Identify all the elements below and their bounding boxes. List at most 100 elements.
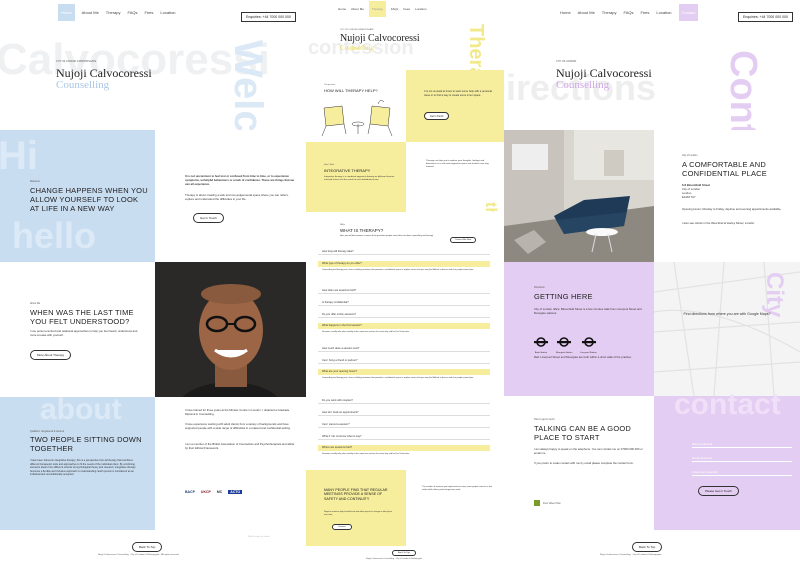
right-nav: Home About Me Therapy FAQs Fees Location… <box>560 4 699 21</box>
integrative-headline: INTEGRATIVE THERAPY <box>324 168 371 173</box>
get-in-touch-button[interactable]: Get in Touch <box>193 213 224 223</box>
left-footer: Back To Top Nujoji Calvocoressi Counsell… <box>0 530 306 564</box>
nav-faqs[interactable]: FAQs <box>127 10 137 21</box>
location-label: CITY OF LONDON & BISHOPSGATE <box>56 60 97 63</box>
mid-nav-faqs[interactable]: FAQs <box>391 7 399 17</box>
contact-body: I am always happy to speak on the teleph… <box>534 447 643 455</box>
place-note: I also see clients in the West End at Ha… <box>682 221 756 225</box>
qualified-headline: TWO PEOPLE SITTING DOWN TOGETHER <box>30 435 142 453</box>
qualified-col2-c: I am a member of the British Association… <box>185 442 295 450</box>
portrait-photo <box>155 262 306 397</box>
about-headline: WHEN WAS THE LAST TIME YOU FELT UNDERSTO… <box>30 308 134 326</box>
video-chat-label: Free Video Chat <box>543 501 561 505</box>
back-to-top-button[interactable]: Back To Top <box>132 542 163 552</box>
faq-section: FAQs WHAT IS THERAPY? Here you will find… <box>306 212 504 470</box>
underground-icon <box>534 337 548 347</box>
faq-answer: Sessions usually take place weekly at th… <box>322 331 410 333</box>
right-nav-location[interactable]: Location <box>656 10 671 21</box>
faq-item[interactable]: What if I do not know what to say? <box>318 434 490 440</box>
mid-nav-about[interactable]: About Me <box>351 7 364 17</box>
faq-answer: Counselling and therapy are a form of ta… <box>322 269 474 271</box>
station-name: Moorgate Station <box>556 352 573 354</box>
faq-item[interactable]: Can I bring a friend or partner? <box>318 358 490 364</box>
footer-copyright: Nujoji Calvocoressi Counselling · City o… <box>98 554 179 556</box>
right-phone-button[interactable]: Enquiries: +44 7000 000 000 <box>738 12 793 22</box>
qualified-col2-b: I have experience working with adult cli… <box>185 422 291 430</box>
faq-item[interactable]: Do you work with couples? <box>318 398 490 404</box>
mid-get-in-touch-button[interactable]: Get in Touch <box>424 112 450 120</box>
contact-me-button[interactable]: Contact Me Now <box>450 237 477 243</box>
faq-eyebrow: FAQs <box>340 224 346 226</box>
about-eyebrow: About Me <box>30 302 41 305</box>
ukcp-badge: UKCP <box>200 490 211 494</box>
video-chat[interactable]: Free Video Chat <box>534 500 560 506</box>
continuity-contact-button[interactable]: Contact <box>332 524 352 530</box>
more-therapy-button[interactable]: More About Therapy <box>30 350 72 360</box>
mid-back-to-top-button[interactable]: Back To Top <box>392 550 416 556</box>
about-watermark: about <box>40 393 122 426</box>
continuity-col2: The number of sessions you might need ca… <box>422 486 492 491</box>
mid-nav-therapy[interactable]: Therapy <box>368 1 386 17</box>
station-name: Bank Station <box>534 352 548 354</box>
faq-item[interactable]: Is therapy confidential? <box>318 300 490 306</box>
station-item: Bank Station <box>534 334 548 354</box>
telephone-field[interactable]: Telephone (required) <box>692 468 792 476</box>
footer-credit: Web Design by Studio <box>248 536 270 538</box>
faq-item[interactable]: Do you offer online sessions? <box>318 312 490 318</box>
faq-headline: WHAT IS THERAPY? <box>340 228 384 233</box>
rail-info: Rail: Liverpool Street and Moorgate are … <box>534 355 632 359</box>
welcome-text: It is not uncommon to feel lost or confu… <box>155 130 306 262</box>
right-back-to-top-button[interactable]: Back To Top <box>632 542 663 552</box>
faq-answer: Counselling and therapy are a form of ta… <box>322 377 474 379</box>
welcome-body: Therapy is about creating a safe and non… <box>185 193 289 201</box>
submit-button[interactable]: Please Get in Touch <box>698 486 739 496</box>
right-nav-therapy[interactable]: Therapy <box>602 10 617 21</box>
station-list: Bank Station Moorgate Station Liverpool … <box>534 334 597 354</box>
address-line: EC2M 7AY <box>682 194 696 199</box>
faq-item[interactable]: How often are sessions held? <box>318 288 490 294</box>
video-chat-icon <box>534 500 540 506</box>
address-block: 6-8 Bloomfield Street City of London Lon… <box>682 183 710 200</box>
email-field[interactable]: Email (required) <box>692 454 792 462</box>
right-nav-about[interactable]: About Me <box>578 10 595 21</box>
right-nav-contact[interactable]: Contact <box>678 4 699 21</box>
faq-item[interactable]: How do I book an appointment? <box>318 410 490 416</box>
contact-text-block: How to get in touch TALKING CAN BE A GOO… <box>504 396 654 530</box>
help-headline: HOW WILL THERAPY HELP? <box>324 88 378 93</box>
map-prompt[interactable]: Find directions from where you are with … <box>680 312 774 316</box>
nav-location[interactable]: Location <box>160 10 175 21</box>
hello-watermark: hello <box>12 215 97 256</box>
nav-about[interactable]: About Me <box>82 10 99 21</box>
mid-nav-fees[interactable]: Fees <box>403 7 410 17</box>
getting-here-eyebrow: Directions <box>534 286 545 289</box>
faq-item[interactable]: Where are sessions held? <box>318 445 490 451</box>
place-eyebrow: City of London <box>682 154 698 157</box>
portrait-illustration <box>155 262 306 397</box>
faq-item[interactable]: How long will therapy take? <box>318 249 490 255</box>
phone-button[interactable]: Enquiries: +44 7000 000 000 <box>241 12 296 22</box>
mid-nav-location[interactable]: Location <box>415 7 426 17</box>
opening-hours: Opening Hours: Monday to Friday, daytime… <box>682 207 782 211</box>
nav-fees[interactable]: Fees <box>145 10 154 21</box>
right-nav-home[interactable]: Home <box>560 10 571 21</box>
integrative-text: therapy Therapy can help you to explore … <box>406 142 504 260</box>
right-nav-faqs[interactable]: FAQs <box>623 10 633 21</box>
place-headline: A COMFORTABLE AND CONFIDENTIAL PLACE <box>682 160 768 178</box>
map-watermark: City <box>761 272 788 318</box>
integrative-body: Integrative therapy is a combined approa… <box>324 176 395 182</box>
help-quote: It is not unusual at times to want some … <box>424 90 492 97</box>
welcome-lead: It is not uncommon to feel lost or confu… <box>185 174 295 186</box>
underground-icon <box>581 337 596 347</box>
faq-item[interactable]: How much does a session cost? <box>318 346 490 352</box>
right-nav-fees[interactable]: Fees <box>641 10 650 21</box>
mc-badge: MC <box>216 490 223 494</box>
faq-item[interactable]: What are your opening hours? <box>318 369 490 375</box>
nav-therapy[interactable]: Therapy <box>106 10 121 21</box>
faq-item[interactable]: Can I cancel a session? <box>318 422 490 428</box>
faq-item[interactable]: What type of therapy do you offer? <box>318 261 490 267</box>
name-field[interactable]: Name (required) <box>692 440 792 448</box>
mid-nav-home[interactable]: Home <box>338 7 346 17</box>
room-illustration <box>504 130 654 262</box>
faq-item[interactable]: What happens in the first session? <box>318 323 490 329</box>
nav-home[interactable]: Home <box>58 4 75 21</box>
